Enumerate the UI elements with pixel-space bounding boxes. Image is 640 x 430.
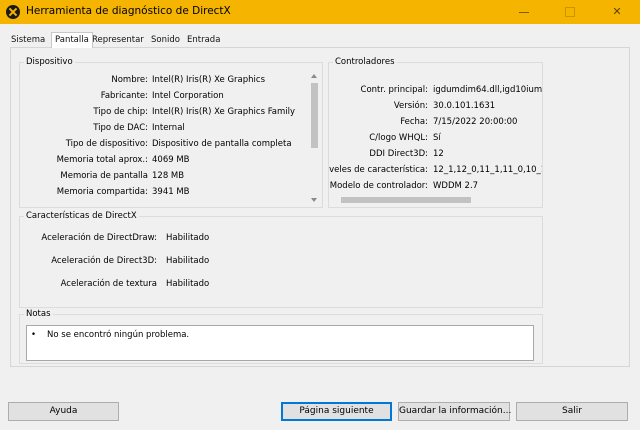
- tab-sistema[interactable]: Sistema: [8, 34, 48, 48]
- device-row: Memoria total aprox.: 4069 MB: [20, 155, 308, 169]
- device-properties-list[interactable]: Nombre: Intel(R) Iris(R) Xe Graphics Fab…: [20, 71, 308, 207]
- feature-label: Aceleración de Direct3D:: [51, 256, 157, 266]
- tab-representar[interactable]: Representar: [89, 34, 147, 48]
- driver-row: Niveles de característica: 12_1,12_0,11_…: [329, 165, 542, 179]
- drivers-group: Controladores Contr. principal: igdumdim…: [328, 57, 543, 208]
- driver-row: Modelo de controlador: WDDM 2.7: [329, 181, 542, 195]
- driver-row: Contr. principal: igdumdim64.dll,igd10iu…: [329, 85, 542, 99]
- device-value: Intel Corporation: [152, 91, 224, 101]
- driver-label: DDI Direct3D:: [369, 149, 428, 159]
- title-bar: Herramienta de diagnóstico de DirectX ✕: [0, 0, 640, 24]
- device-label: Fabricante:: [100, 91, 148, 101]
- feature-row: Aceleración de textura Habilitado: [20, 279, 320, 293]
- device-row: Fabricante: Intel Corporation: [20, 91, 308, 105]
- driver-label: Niveles de característica:: [329, 165, 428, 175]
- driver-row: C/logo WHQL: Sí: [329, 133, 542, 147]
- notes-group-title: Notas: [24, 309, 53, 319]
- drivers-group-title: Controladores: [333, 57, 397, 67]
- device-value: Internal: [152, 123, 185, 133]
- feature-row: Aceleración de DirectDraw: Habilitado: [20, 233, 320, 247]
- next-page-button[interactable]: Página siguiente: [281, 402, 392, 421]
- driver-value: 12: [433, 149, 444, 159]
- feature-row: Aceleración de Direct3D: Habilitado: [20, 256, 320, 270]
- device-value: 3941 MB: [152, 187, 190, 197]
- save-information-button[interactable]: Guardar la información...: [398, 402, 511, 421]
- feature-value: Habilitado: [166, 233, 210, 243]
- driver-label: Fecha:: [400, 117, 428, 127]
- device-label: Tipo de dispositivo:: [65, 139, 148, 149]
- directx-features-group: Características de DirectX Aceleración d…: [19, 211, 543, 308]
- exit-button[interactable]: Salir: [516, 402, 628, 421]
- driver-label: C/logo WHQL:: [369, 133, 428, 143]
- close-icon: ✕: [612, 5, 622, 18]
- notes-textbox[interactable]: • No se encontró ningún problema.: [26, 325, 534, 361]
- driver-value: igdumdim64.dll,igd10iumd64: [433, 85, 542, 95]
- device-value: 4069 MB: [152, 155, 190, 165]
- feature-value: Habilitado: [166, 279, 210, 289]
- driver-value: 7/15/2022 20:00:00: [433, 117, 518, 127]
- display-tab-panel: Dispositivo Nombre: Intel(R) Iris(R) Xe …: [10, 47, 630, 367]
- maximize-icon: [565, 7, 575, 17]
- driver-label: Modelo de controlador:: [329, 181, 428, 191]
- device-label: Nombre:: [111, 75, 148, 85]
- device-row: Tipo de dispositivo: Dispositivo de pant…: [20, 139, 308, 153]
- device-value: 128 MB: [152, 171, 185, 181]
- driver-row: Versión: 30.0.101.1631: [329, 101, 542, 115]
- scrollbar-thumb[interactable]: [341, 197, 471, 203]
- features-group-title: Características de DirectX: [24, 211, 139, 221]
- bullet-icon: •: [31, 330, 37, 340]
- device-value: Intel(R) Iris(R) Xe Graphics Family: [152, 107, 296, 117]
- device-row: Memoria compartida: 3941 MB: [20, 187, 308, 201]
- device-label: Memoria compartida:: [56, 187, 148, 197]
- device-label: Tipo de DAC:: [93, 123, 148, 133]
- device-row: Memoria de pantalla 128 MB: [20, 171, 308, 185]
- device-value: Dispositivo de pantalla completa: [152, 139, 292, 149]
- driver-row: DDI Direct3D: 12: [329, 149, 542, 163]
- notes-group: Notas • No se encontró ningún problema.: [19, 309, 543, 364]
- device-value: Intel(R) Iris(R) Xe Graphics: [152, 75, 265, 85]
- driver-value: WDDM 2.7: [433, 181, 479, 191]
- feature-label: Aceleración de textura: [60, 279, 157, 289]
- scrollbar-thumb[interactable]: [311, 83, 318, 148]
- driver-label: Contr. principal:: [360, 85, 428, 95]
- window-title: Herramienta de diagnóstico de DirectX: [26, 5, 231, 17]
- notes-item-text: No se encontró ningún problema.: [47, 330, 190, 340]
- device-row: Nombre: Intel(R) Iris(R) Xe Graphics: [20, 75, 308, 89]
- tab-entrada[interactable]: Entrada: [184, 34, 223, 48]
- device-list-scrollbar[interactable]: [309, 71, 320, 205]
- minimize-icon: [519, 12, 529, 13]
- driver-label: Versión:: [393, 101, 428, 111]
- feature-label: Aceleración de DirectDraw:: [41, 233, 157, 243]
- device-row: Tipo de DAC: Internal: [20, 123, 308, 137]
- device-group-title: Dispositivo: [24, 57, 75, 67]
- driver-list-scrollbar[interactable]: [333, 195, 539, 205]
- maximize-button[interactable]: [547, 0, 593, 24]
- driver-value: Sí: [433, 133, 441, 143]
- close-button[interactable]: ✕: [594, 0, 640, 24]
- driver-properties-list[interactable]: Contr. principal: igdumdim64.dll,igd10iu…: [329, 71, 542, 195]
- driver-value: 12_1,12_0,11_1,11_0,10_1,: [433, 165, 542, 175]
- driver-row: Fecha: 7/15/2022 20:00:00: [329, 117, 542, 131]
- feature-value: Habilitado: [166, 256, 210, 266]
- device-label: Memoria total aprox.:: [56, 155, 148, 165]
- scroll-down-icon[interactable]: [311, 198, 317, 202]
- driver-value: 30.0.101.1631: [433, 101, 496, 111]
- help-button[interactable]: Ayuda: [8, 402, 119, 421]
- directx-app-icon: [6, 5, 20, 19]
- minimize-button[interactable]: [501, 0, 547, 24]
- device-label: Memoria de pantalla: [60, 171, 148, 181]
- device-label: Tipo de chip:: [93, 107, 148, 117]
- device-row: Tipo de chip: Intel(R) Iris(R) Xe Graphi…: [20, 107, 308, 121]
- device-group: Dispositivo Nombre: Intel(R) Iris(R) Xe …: [19, 57, 323, 208]
- tab-pantalla[interactable]: Pantalla: [51, 32, 93, 48]
- tab-sonido[interactable]: Sonido: [148, 34, 183, 48]
- scroll-up-icon[interactable]: [311, 74, 317, 78]
